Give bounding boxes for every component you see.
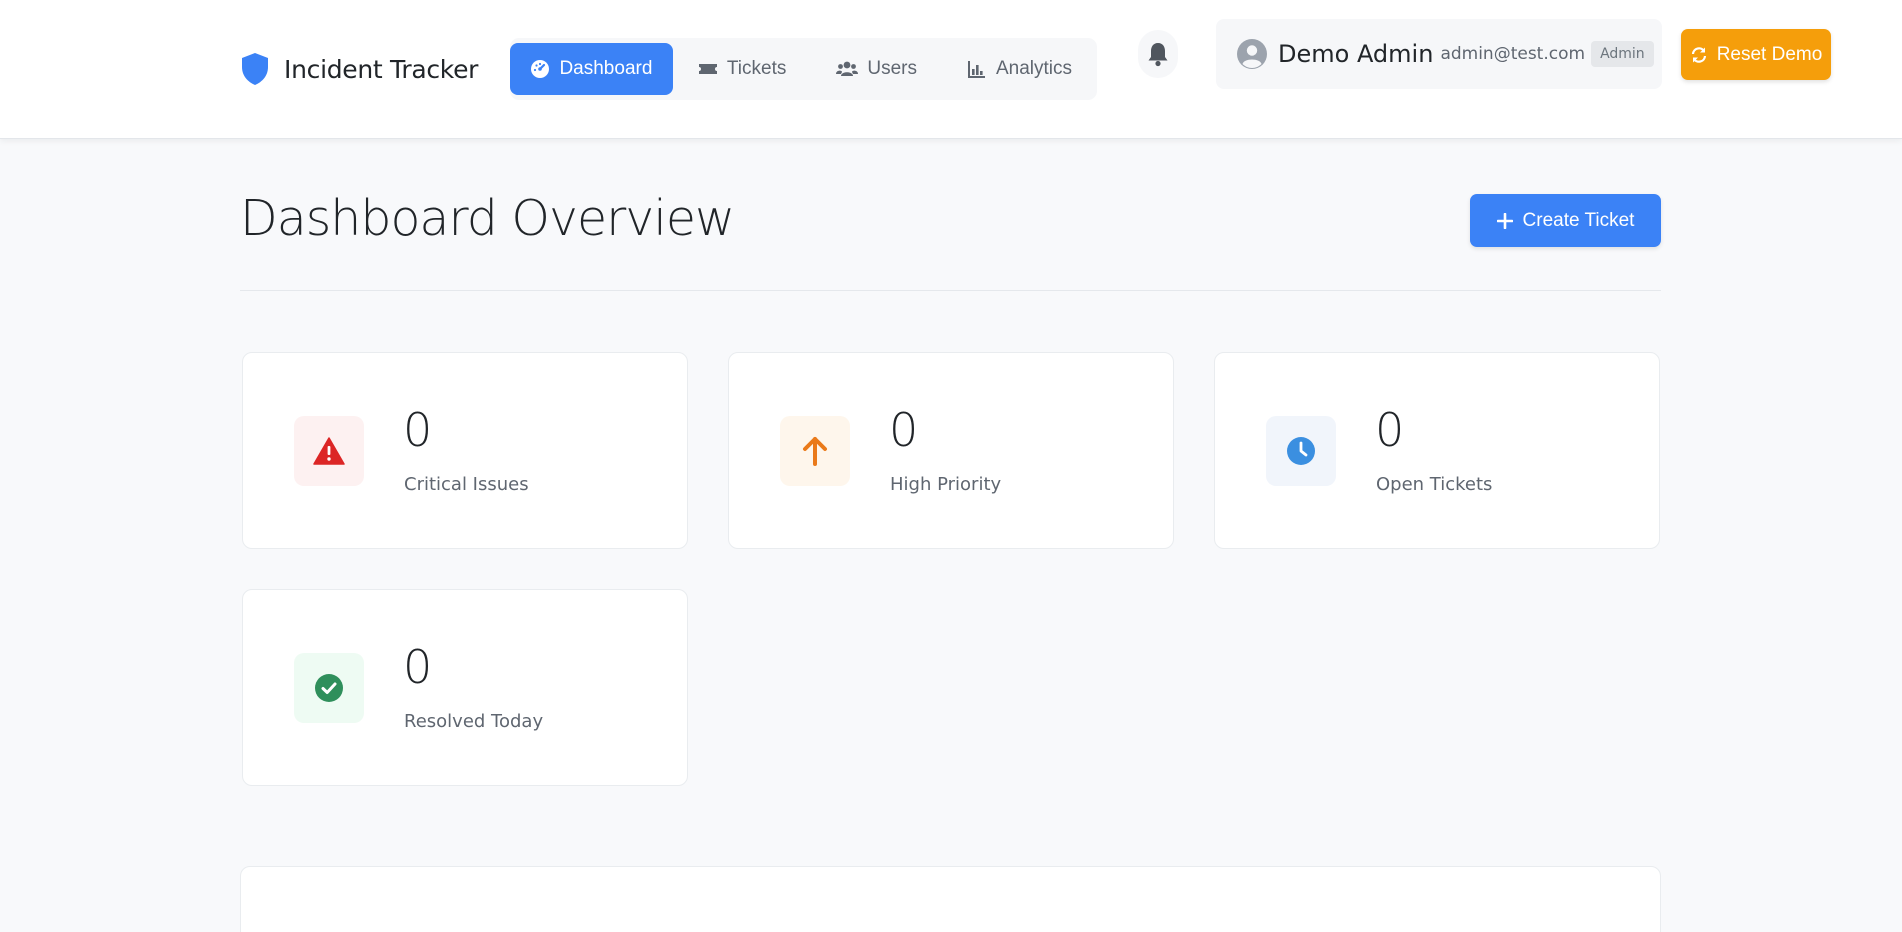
stat-icon-box — [294, 653, 364, 723]
stat-icon-box — [294, 416, 364, 486]
stat-card-critical[interactable]: 0 Critical Issues — [242, 352, 688, 549]
user-email: admin@test.com — [1440, 44, 1586, 64]
warning-triangle-icon — [313, 437, 345, 465]
nav-dashboard[interactable]: Dashboard — [510, 43, 673, 95]
create-ticket-button[interactable]: Create Ticket — [1470, 194, 1661, 247]
plus-icon — [1496, 212, 1513, 229]
stat-card-high-priority[interactable]: 0 High Priority — [728, 352, 1174, 549]
create-ticket-label: Create Ticket — [1522, 209, 1635, 231]
chart-icon — [967, 61, 985, 78]
resolved-today-label: Resolved Today — [404, 711, 544, 732]
open-tickets-label: Open Tickets — [1376, 474, 1493, 495]
nav-users[interactable]: Users — [811, 43, 942, 95]
resolved-today-count: 0 — [403, 640, 433, 694]
check-circle-icon — [315, 674, 343, 702]
critical-issues-count: 0 — [403, 403, 433, 457]
users-icon — [836, 61, 859, 76]
arrow-up-icon — [803, 437, 827, 466]
reset-demo-label: Reset Demo — [1716, 43, 1823, 65]
role-badge: Admin — [1591, 41, 1654, 67]
stat-card-resolved-today[interactable]: 0 Resolved Today — [242, 589, 688, 786]
divider — [240, 290, 1661, 291]
shield-icon — [242, 53, 268, 85]
refresh-icon — [1691, 46, 1706, 63]
dashboard-gauge-icon — [531, 60, 550, 78]
user-menu[interactable]: Demo Admin admin@test.com Admin — [1216, 19, 1662, 89]
brand-name: Incident Tracker — [284, 54, 479, 84]
user-name: Demo Admin — [1278, 40, 1434, 68]
brand[interactable]: Incident Tracker — [240, 52, 478, 86]
reset-demo-button[interactable]: Reset Demo — [1681, 29, 1831, 80]
stat-card-open-tickets[interactable]: 0 Open Tickets — [1214, 352, 1660, 549]
top-navbar: Incident Tracker Dashboard Tickets Users… — [0, 0, 1902, 139]
nav-tickets-label: Tickets — [726, 58, 787, 79]
nav-tickets[interactable]: Tickets — [673, 43, 811, 95]
page-title: Dashboard Overview — [240, 190, 735, 247]
user-circle-icon — [1237, 39, 1267, 69]
high-priority-label: High Priority — [890, 474, 1002, 495]
open-tickets-count: 0 — [1375, 403, 1405, 457]
clock-icon — [1287, 437, 1315, 465]
ticket-icon — [698, 64, 717, 74]
stat-icon-box — [780, 416, 850, 486]
nav-users-label: Users — [867, 58, 917, 79]
notifications-button[interactable] — [1138, 30, 1178, 78]
recent-activity-panel — [240, 866, 1661, 932]
nav-analytics-label: Analytics — [995, 58, 1072, 79]
high-priority-count: 0 — [889, 403, 919, 457]
nav-analytics[interactable]: Analytics — [942, 43, 1097, 95]
stat-icon-box — [1266, 416, 1336, 486]
critical-issues-label: Critical Issues — [404, 474, 529, 495]
bell-icon — [1148, 43, 1168, 67]
main-nav: Dashboard Tickets Users Analytics — [510, 38, 1097, 100]
nav-dashboard-label: Dashboard — [559, 58, 653, 79]
